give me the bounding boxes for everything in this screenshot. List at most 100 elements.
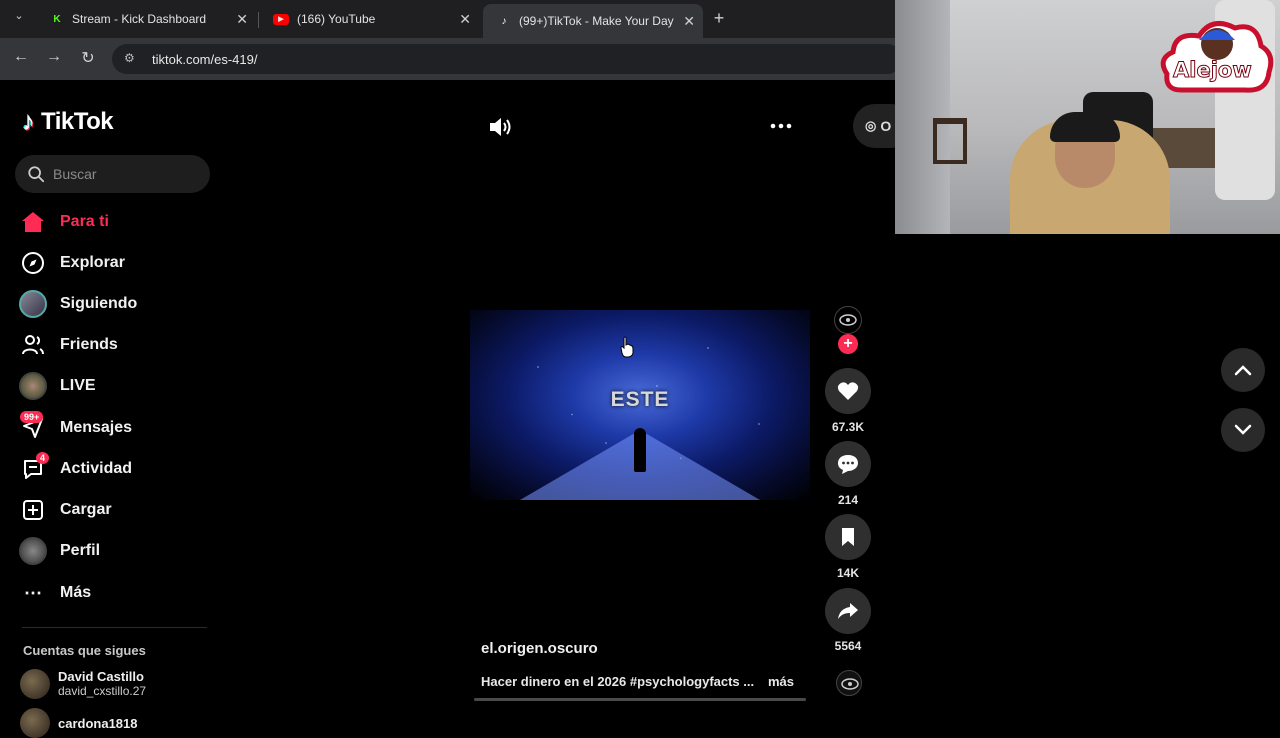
following-accounts-title: Cuentas que sigues (23, 643, 146, 658)
tab-youtube[interactable]: ▶ (166) YouTube ✕ (259, 4, 479, 34)
get-app-label: O (880, 118, 892, 134)
like-button[interactable] (825, 368, 871, 414)
nav-label: Friends (60, 336, 118, 353)
avatar (20, 669, 50, 699)
friends-icon (18, 330, 48, 360)
message-icon: 99+ (18, 411, 48, 443)
webcam-overlay: Alejow (895, 0, 1280, 234)
like-count: 67.3K (831, 420, 865, 434)
nav-label: Actividad (60, 460, 133, 477)
nav-profile[interactable]: Perfil (18, 534, 208, 568)
creator-avatar[interactable] (834, 306, 862, 334)
sidebar-divider (22, 627, 207, 628)
followed-account[interactable]: cardona1818 (20, 708, 138, 738)
account-handle: david_cxstillo.27 (58, 684, 147, 698)
followed-account[interactable]: David Castillo david_cxstillo.27 (20, 669, 146, 699)
nav-friends[interactable]: Friends (18, 328, 208, 362)
reload-button[interactable]: ↻ (77, 48, 99, 68)
more-options-icon[interactable] (768, 116, 794, 136)
home-icon (18, 207, 48, 237)
close-tab-icon[interactable]: ✕ (683, 13, 695, 30)
tab-kick[interactable]: K Stream - Kick Dashboard ✕ (36, 4, 256, 34)
video-overlay-text: ESTE (610, 388, 670, 411)
nav-live[interactable]: LIVE (18, 369, 208, 403)
close-tab-icon[interactable]: ✕ (459, 11, 471, 28)
next-video-button[interactable] (1221, 408, 1265, 452)
save-count: 14K (836, 566, 859, 580)
forward-button[interactable]: → (43, 48, 65, 66)
avatar (20, 708, 50, 738)
video-author[interactable]: el.origen.oscuro (481, 640, 598, 657)
activity-badge: 4 (36, 452, 50, 464)
url-field[interactable]: ⚙ tiktok.com/es-419/ (112, 44, 902, 74)
video-caption: Hacer dinero en el 2026 #psychologyfacts… (481, 674, 755, 689)
site-settings-icon[interactable]: ⚙ (124, 51, 140, 67)
video-silhouette (634, 428, 646, 472)
nav-following[interactable]: Siguiendo (18, 287, 208, 321)
activity-icon: 4 (18, 452, 50, 484)
back-button[interactable]: ← (10, 48, 32, 66)
live-avatar (18, 371, 48, 401)
heart-icon (837, 382, 859, 400)
nav-label: Cargar (60, 501, 112, 518)
search-icon (28, 166, 45, 183)
tab-title: (166) YouTube (297, 12, 376, 26)
save-button[interactable] (825, 514, 871, 560)
comment-count: 214 (837, 493, 859, 507)
browser-tab-bar: ⌄ K Stream - Kick Dashboard ✕ ▶ (166) Yo… (0, 0, 895, 38)
nav-label: LIVE (60, 377, 96, 394)
comment-button[interactable] (825, 441, 871, 487)
messages-badge: 99+ (20, 411, 44, 423)
tiktok-logo[interactable]: ♪ TikTok (22, 106, 114, 137)
nav-label: Siguiendo (60, 295, 138, 312)
nav-upload[interactable]: Cargar (18, 493, 208, 527)
nav-activity[interactable]: 4 Actividad (18, 452, 208, 486)
nav-more[interactable]: ⋯ Más (18, 576, 208, 610)
video-player[interactable]: ESTE (470, 310, 810, 500)
share-icon (838, 603, 858, 619)
comment-icon (838, 455, 858, 474)
caption-more-link[interactable]: más (768, 674, 794, 689)
nav-explore[interactable]: Explorar (18, 246, 208, 280)
bookmark-icon (842, 528, 854, 546)
account-name: David Castillo (58, 669, 144, 684)
nav-for-you[interactable]: Para ti (18, 205, 208, 239)
tab-title: Stream - Kick Dashboard (72, 12, 207, 26)
streamer-logo-text: Alejow (1173, 58, 1253, 83)
tab-search-button[interactable]: ⌄ (8, 9, 30, 22)
search-box[interactable] (15, 155, 210, 193)
url-text: tiktok.com/es-419/ (152, 51, 258, 67)
tiktok-icon: ♪ (501, 15, 507, 27)
nav-label: Para ti (60, 213, 109, 230)
app-icon: ◎ (865, 118, 877, 133)
ellipsis-icon: ⋯ (24, 582, 42, 603)
previous-video-button[interactable] (1221, 348, 1265, 392)
chevron-down-icon (1234, 424, 1252, 435)
chevron-up-icon (1234, 365, 1252, 376)
youtube-icon: ▶ (273, 13, 289, 25)
address-bar: ← → ↻ ⚙ tiktok.com/es-419/ (0, 38, 902, 80)
eye-logo-icon (839, 314, 857, 326)
share-count: 5564 (834, 639, 862, 653)
tab-tiktok[interactable]: ♪ (99+)TikTok - Make Your Day ✕ (483, 4, 703, 38)
volume-icon[interactable] (487, 114, 513, 140)
search-input[interactable] (53, 166, 193, 182)
video-progress-bar[interactable] (474, 698, 806, 701)
kick-icon: K (53, 13, 61, 25)
close-tab-icon[interactable]: ✕ (236, 11, 248, 28)
follow-button[interactable]: + (838, 334, 858, 354)
share-button[interactable] (825, 588, 871, 634)
upload-icon (18, 495, 48, 525)
nav-label: Explorar (60, 254, 125, 271)
new-tab-button[interactable]: + (708, 8, 730, 29)
webcam-stool (933, 118, 967, 164)
hand-cursor-icon (620, 336, 634, 358)
profile-avatar (18, 536, 48, 566)
nav-label: Mensajes (60, 419, 133, 436)
music-disc-icon[interactable] (836, 670, 862, 696)
streamer-cap (1050, 112, 1120, 142)
logo-text: TikTok (41, 107, 114, 135)
compass-icon (18, 248, 48, 278)
following-avatar (18, 289, 48, 319)
nav-messages[interactable]: 99+ Mensajes (18, 411, 208, 445)
